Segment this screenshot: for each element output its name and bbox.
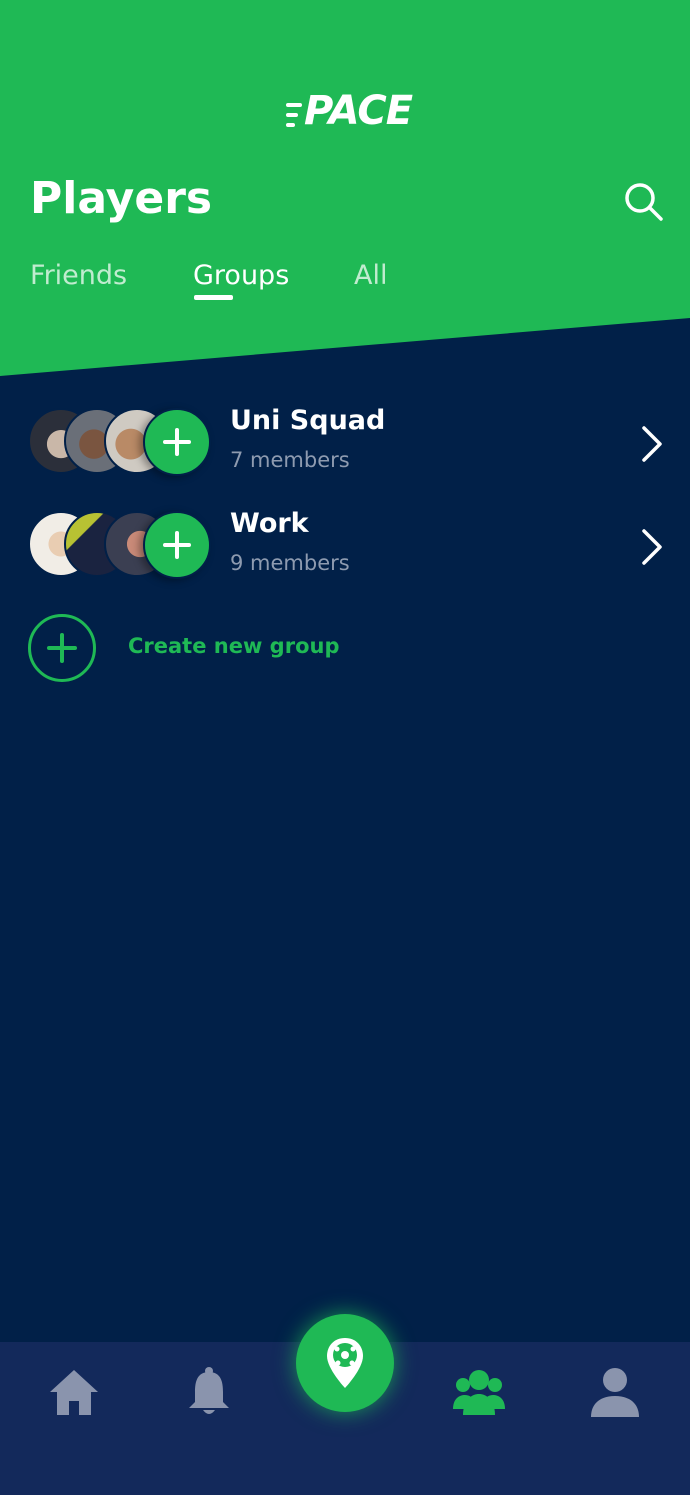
add-member-button[interactable] [143,511,211,579]
chevron-right-icon [642,426,662,462]
page-title: Players [30,173,213,224]
search-button[interactable] [620,178,668,226]
group-member-count: 7 members [230,448,350,472]
group-row-work[interactable]: Work 9 members [0,508,690,591]
players-tabs: Friends Groups All [0,256,690,306]
nav-players[interactable] [444,1362,514,1422]
nav-profile[interactable] [580,1362,650,1422]
plus-icon [163,428,191,456]
logo-text: PACE [304,88,413,134]
active-tab-indicator [194,295,233,300]
create-group-circle [28,614,96,682]
member-avatars [28,408,212,476]
bell-icon [189,1367,229,1414]
nav-notifications[interactable] [174,1362,244,1422]
chevron-right-icon [642,529,662,565]
tab-groups[interactable]: Groups [193,256,289,296]
group-icon [453,1370,505,1415]
plus-icon [163,531,191,559]
person-icon [591,1368,639,1417]
group-name: Work [230,508,309,539]
add-member-button[interactable] [143,408,211,476]
speed-lines-icon [286,103,302,127]
pace-logo: PACE [286,86,413,136]
nav-home[interactable] [39,1362,109,1422]
group-member-count: 9 members [230,551,350,575]
create-group-button[interactable]: Create new group [0,614,690,684]
plus-icon [47,633,77,663]
tab-all[interactable]: All [354,256,387,296]
group-row-uni-squad[interactable]: Uni Squad 7 members [0,405,690,488]
group-name: Uni Squad [230,405,386,436]
location-ball-icon [327,1338,363,1388]
nav-map-button[interactable] [296,1314,394,1412]
home-icon [50,1370,98,1415]
search-icon [625,183,663,221]
create-group-label: Create new group [128,634,340,658]
member-avatars [28,511,212,579]
tab-friends[interactable]: Friends [30,256,127,296]
